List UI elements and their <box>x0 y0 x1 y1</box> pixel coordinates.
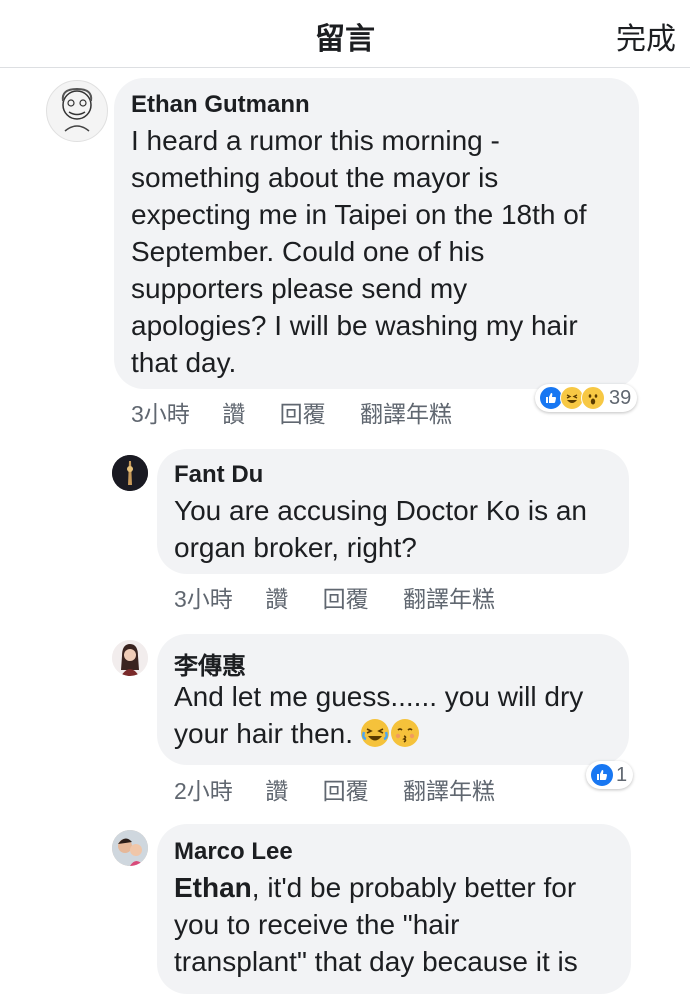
comment-line: organ broker, right? <box>174 532 417 563</box>
reply-button[interactable]: 回覆 <box>323 778 369 804</box>
comment-author[interactable]: Ethan Gutmann <box>131 91 310 119</box>
comment-line: expecting me in Taipei on the 18th of <box>131 199 587 230</box>
mention-link[interactable]: Ethan <box>174 872 252 903</box>
comment-author[interactable]: 李傳惠 <box>174 646 246 681</box>
laughing-tears-emoji <box>360 719 389 747</box>
comments-header: 留言 完成 <box>0 0 690 68</box>
comment-author[interactable]: Marco Lee <box>174 838 293 866</box>
comment-time: 3小時 <box>174 586 233 612</box>
comment-line: You are accusing Doctor Ko is an <box>174 495 587 526</box>
comment-text: You are accusing Doctor Ko is an organ b… <box>174 492 624 566</box>
comment-line: supporters please send my <box>131 273 468 304</box>
comment-actions: 3小時 讚 回覆 翻譯年糕 <box>131 395 480 429</box>
like-button[interactable]: 讚 <box>265 778 288 804</box>
translate-button[interactable]: 翻譯年糕 <box>403 586 495 612</box>
comment-actions: 3小時 讚 回覆 翻譯年糕 <box>174 580 523 614</box>
kissing-emoji <box>390 719 419 747</box>
comment-time: 2小時 <box>174 778 233 804</box>
comment-line: something about the mayor is <box>131 162 499 193</box>
wow-icon <box>581 386 605 410</box>
comment-line: apologies? I will be washing my hair <box>131 310 578 341</box>
like-button[interactable]: 讚 <box>222 401 245 427</box>
comment-time: 3小時 <box>131 401 190 427</box>
comment-author[interactable]: Fant Du <box>174 461 263 489</box>
like-icon <box>590 763 614 787</box>
page-title: 留言 <box>315 23 375 56</box>
avatar[interactable] <box>46 80 108 142</box>
comment-line: your hair then. <box>174 715 624 752</box>
done-button[interactable]: 完成 <box>616 14 676 58</box>
avatar[interactable] <box>112 640 148 676</box>
comment-line: I heard a rumor this morning - <box>131 125 500 156</box>
comment-line-text: , it'd be probably better for <box>251 872 577 903</box>
avatar[interactable] <box>112 830 148 866</box>
comment-actions: 2小時 讚 回覆 翻譯年糕 <box>174 772 523 806</box>
like-button[interactable]: 讚 <box>265 586 288 612</box>
comment-line-text: your hair then. <box>174 718 353 749</box>
translate-button[interactable]: 翻譯年糕 <box>360 401 452 427</box>
translate-button[interactable]: 翻譯年糕 <box>403 778 495 804</box>
comment-line: Ethan, it'd be probably better for <box>174 869 624 906</box>
reaction-count: 39 <box>609 386 632 409</box>
reactions-badge[interactable]: 1 <box>586 761 634 789</box>
comment-line: you to receive the "hair <box>174 909 460 940</box>
comment-line: that day. <box>131 347 237 378</box>
reply-button[interactable]: 回覆 <box>280 401 326 427</box>
comment-text: I heard a rumor this morning - something… <box>131 122 631 381</box>
reply-button[interactable]: 回覆 <box>323 586 369 612</box>
comment-text: Ethan, it'd be probably better for you t… <box>174 869 624 980</box>
comment-line: September. Could one of his <box>131 236 485 267</box>
reaction-count: 1 <box>616 763 628 786</box>
avatar[interactable] <box>112 455 148 491</box>
comment-text: And let me guess...... you will dry your… <box>174 678 624 752</box>
reactions-badge[interactable]: 39 <box>535 384 638 412</box>
comment-line: transplant" that day because it is <box>174 946 578 977</box>
comment-line: And let me guess...... you will dry <box>174 681 584 712</box>
